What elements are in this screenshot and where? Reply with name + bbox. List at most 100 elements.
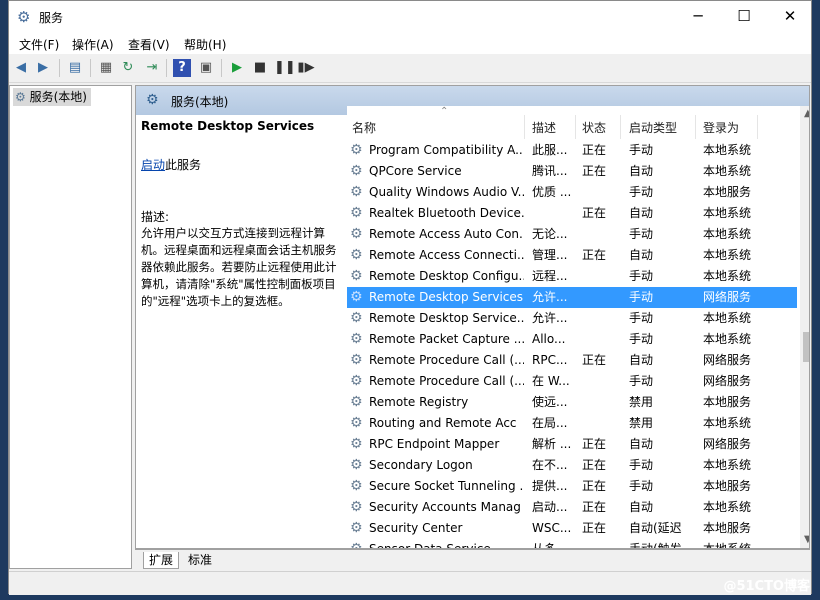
service-name: RPC Endpoint Mapper	[369, 437, 500, 451]
service-startup-type: 自动	[629, 353, 654, 367]
scroll-down-arrow-icon[interactable]: ▼	[804, 534, 809, 545]
column-divider[interactable]	[757, 115, 758, 139]
restart-service-icon[interactable]: ▮▶	[297, 59, 315, 77]
close-button[interactable]: ✕	[767, 1, 813, 32]
service-log-on-as: 网络服务	[703, 374, 752, 388]
scrollbar-thumb[interactable]	[803, 332, 809, 362]
service-startup-type: 手动	[629, 479, 654, 493]
service-log-on-as: 本地系统	[703, 269, 752, 283]
service-gear-icon: ⚙	[350, 352, 363, 368]
table-row[interactable]: ⚙ Remote Desktop Configu... 远程... 手动 本地系统	[347, 266, 797, 287]
table-row[interactable]: ⚙ Remote Access Connecti... 管理... 正在 自动 本地系统	[347, 245, 797, 266]
table-row[interactable]: ⚙ Remote Access Auto Con... 无论... 手动 本地系统	[347, 224, 797, 245]
service-name: Quality Windows Audio V...	[369, 185, 524, 199]
tree-item-services-local[interactable]: ⚙ 服务(本地)	[13, 88, 91, 106]
service-name: Remote Access Auto Con...	[369, 227, 524, 241]
services-list: 名称 ⌃ 描述 状态 启动类型 登录为 ⚙ Program Compatibili…	[347, 106, 809, 548]
table-row[interactable]: ⚙ Routing and Remote Acc 在局... 禁用 本地系统	[347, 413, 797, 434]
column-header-description[interactable]: 描述	[532, 119, 556, 136]
minimize-button[interactable]: ─	[675, 1, 721, 32]
service-log-on-as: 本地系统	[703, 227, 752, 241]
tab-extended[interactable]: 扩展	[143, 552, 180, 569]
console-tree: ⚙ 服务(本地)	[9, 85, 132, 569]
table-row[interactable]: ⚙ QPCore Service 腾讯... 正在 自动 本地系统	[347, 161, 797, 182]
tab-standard[interactable]: 标准	[183, 552, 217, 568]
show-pane-icon[interactable]: ▣	[197, 59, 215, 77]
table-row[interactable]: ⚙ Remote Desktop Service... 允许... 手动 本地系统	[347, 308, 797, 329]
column-divider[interactable]	[620, 115, 621, 139]
service-log-on-as: 本地服务	[703, 479, 752, 493]
service-startup-type: 自动(延迟	[629, 521, 682, 535]
service-name: Remote Desktop Services	[369, 290, 524, 304]
table-row[interactable]: ⚙ Secure Socket Tunneling ... 提供... 正在 手动 本地服…	[347, 476, 797, 497]
service-startup-type: 手动	[629, 269, 654, 283]
console-tree-icon[interactable]: ▤	[66, 59, 84, 77]
menu-help[interactable]: 帮助(H)	[184, 36, 226, 53]
table-row[interactable]: ⚙ Remote Procedure Call (... 在 W... 手动 网络服务	[347, 371, 797, 392]
column-divider[interactable]	[524, 115, 525, 139]
table-row[interactable]: ⚙ Remote Procedure Call (... RPC... 正在 自动 网络服…	[347, 350, 797, 371]
service-startup-type: 手动(触发	[629, 539, 693, 548]
service-description: 允许...	[532, 311, 568, 325]
table-row[interactable]: ⚙ Security Center WSC... 正在 自动(延迟 本地服务	[347, 518, 797, 539]
back-arrow-icon[interactable]: ◀	[12, 59, 30, 77]
table-row[interactable]: ⚙ Remote Registry 使远... 禁用 本地服务	[347, 392, 797, 413]
service-startup-type: 自动	[629, 248, 654, 262]
service-status: 正在	[582, 164, 607, 178]
service-name: Sensor Data Service	[369, 539, 524, 548]
menu-action[interactable]: 操作(A)	[72, 36, 114, 53]
vertical-scrollbar[interactable]: ▲ ▼	[800, 106, 809, 548]
table-row[interactable]: ⚙ Secondary Logon 在不... 正在 手动 本地系统	[347, 455, 797, 476]
table-row[interactable]: ⚙ RPC Endpoint Mapper 解析 ... 正在 自动 网络服务	[347, 434, 797, 455]
title-bar: ⚙ 服务 ─ ☐ ✕	[9, 1, 811, 32]
table-row[interactable]: ⚙ Quality Windows Audio V... 优质 ... 手动 本地服务	[347, 182, 797, 203]
service-status: 正在	[582, 479, 607, 493]
table-row[interactable]: ⚙ Sensor Data Service 从多... 手动(触发 本地系统	[347, 539, 797, 548]
forward-arrow-icon[interactable]: ▶	[34, 59, 52, 77]
start-service-link[interactable]: 启动	[141, 158, 165, 172]
menu-file[interactable]: 文件(F)	[19, 36, 59, 53]
table-row[interactable]: ⚙ Remote Packet Capture ... Allo... 手动 本地系统	[347, 329, 797, 350]
service-gear-icon: ⚙	[350, 331, 363, 347]
column-header-log-on-as[interactable]: 登录为	[703, 119, 739, 136]
window-title: 服务	[39, 11, 64, 25]
menu-view[interactable]: 查看(V)	[128, 36, 170, 53]
refresh-icon[interactable]: ↻	[119, 59, 137, 77]
service-gear-icon: ⚙	[350, 373, 363, 389]
maximize-button[interactable]: ☐	[721, 1, 767, 32]
service-log-on-as: 本地系统	[703, 143, 752, 157]
table-row[interactable]: ⚙ Program Compatibility A... 此服... 正在 手动 本地系统	[347, 140, 797, 161]
export-list-icon[interactable]: ⇥	[143, 59, 161, 77]
services-gear-icon: ⚙	[15, 90, 26, 104]
start-service-icon[interactable]: ▶	[228, 59, 246, 77]
properties-icon[interactable]: ▦	[97, 59, 115, 77]
service-startup-type: 手动	[629, 332, 654, 346]
service-log-on-as: 本地系统	[703, 458, 752, 472]
service-startup-type: 手动	[629, 290, 654, 304]
column-header-startup-type[interactable]: 启动类型	[629, 119, 677, 136]
service-description: 启动...	[532, 500, 568, 514]
service-gear-icon: ⚙	[350, 226, 363, 242]
service-log-on-as: 网络服务	[703, 353, 752, 367]
status-bar	[9, 571, 811, 595]
help-icon[interactable]: ?	[173, 59, 191, 77]
table-row-selected[interactable]: ⚙ Remote Desktop Services 允许... 手动 网络服务	[347, 287, 797, 308]
service-description: 使远...	[532, 395, 568, 409]
service-gear-icon: ⚙	[350, 268, 363, 284]
services-gear-icon: ⚙	[146, 92, 159, 108]
table-row[interactable]: ⚙ Security Accounts Manag 启动... 正在 自动 本地系统	[347, 497, 797, 518]
service-gear-icon: ⚙	[350, 415, 363, 431]
service-gear-icon: ⚙	[350, 539, 363, 548]
column-divider[interactable]	[575, 115, 576, 139]
stop-service-icon[interactable]: ■	[251, 59, 269, 77]
column-headers: 名称 ⌃ 描述 状态 启动类型 登录为	[347, 106, 809, 140]
pause-service-icon[interactable]: ❚❚	[274, 59, 296, 77]
column-header-status[interactable]: 状态	[582, 119, 606, 136]
service-name: Security Accounts Manag	[369, 500, 521, 514]
table-row[interactable]: ⚙ Realtek Bluetooth Device... 正在 自动 本地系统	[347, 203, 797, 224]
scroll-up-arrow-icon[interactable]: ▲	[804, 108, 809, 119]
column-header-name[interactable]: 名称	[352, 119, 376, 136]
service-name: Security Center	[369, 521, 463, 535]
column-divider[interactable]	[695, 115, 696, 139]
service-gear-icon: ⚙	[350, 142, 363, 158]
